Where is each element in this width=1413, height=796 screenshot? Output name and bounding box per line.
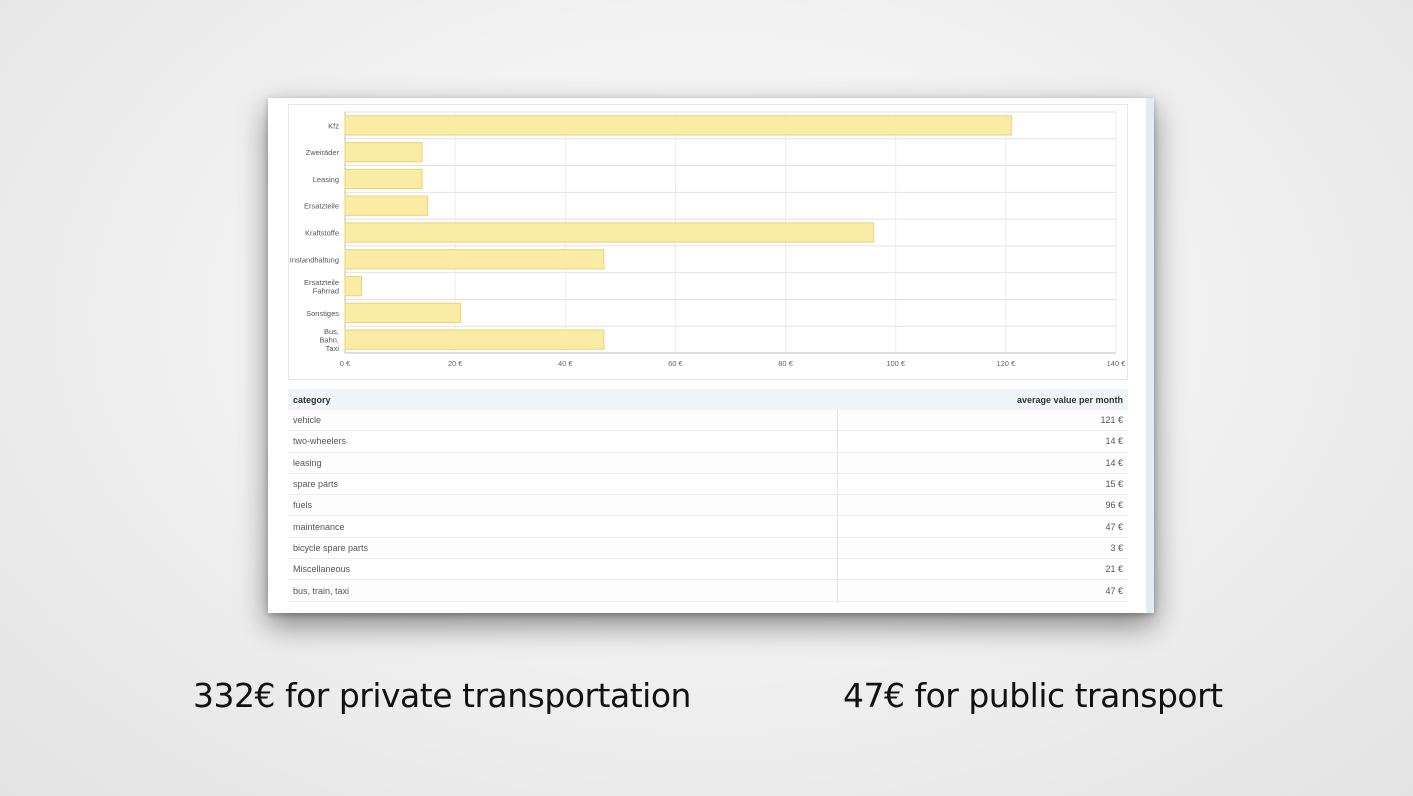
table-cell-category: bicycle spare parts	[288, 537, 838, 560]
category-label: Kfz	[328, 121, 339, 130]
category-label: Zweiräder	[306, 148, 340, 157]
bar	[344, 249, 605, 270]
table-row: two-wheelers 14 €	[288, 430, 1128, 453]
category-label: Ersatzteile Fahrrad	[304, 278, 339, 296]
table-header-row: category average value per month	[288, 389, 1128, 410]
category-label: Sonstiges	[306, 309, 339, 318]
table-cell-category: spare parts	[288, 473, 838, 496]
table-cell-category: bus, train, taxi	[288, 579, 838, 602]
table-row: bicycle spare parts 3 €	[288, 537, 1128, 560]
table-cell-category: maintenance	[288, 515, 838, 538]
bar-chart-svg: Kfz Zweiräder Leasing Ersatzteile Kraftstoff…	[290, 111, 1127, 368]
x-tick-label: 40 €	[558, 359, 573, 368]
x-tick-label: 80 €	[778, 359, 793, 368]
x-tick-label: 60 €	[668, 359, 683, 368]
table-row: Miscellaneous 21 €	[288, 558, 1128, 581]
category-label: Leasing	[313, 175, 339, 184]
table-row: fuels 96 €	[288, 494, 1128, 517]
column-header-category[interactable]: category	[288, 389, 838, 410]
column-header-average-value[interactable]: average value per month	[837, 389, 1128, 410]
bar	[344, 302, 462, 323]
bar	[344, 142, 423, 163]
bar	[344, 329, 605, 350]
table-cell-category: leasing	[288, 452, 838, 474]
bar-chart: Kfz Zweiräder Leasing Ersatzteile Kraftstoff…	[288, 104, 1128, 380]
bar	[344, 168, 423, 190]
table-cell-value: 3 €	[837, 537, 1128, 560]
summary-table: category average value per month vehicle…	[288, 389, 1128, 602]
table-cell-category: Miscellaneous	[288, 558, 838, 581]
table-cell-value: 96 €	[837, 494, 1128, 517]
bar	[344, 115, 1012, 136]
table-cell-value: 14 €	[837, 430, 1128, 453]
table-cell-category: vehicle	[288, 410, 838, 432]
report-card: Kfz Zweiräder Leasing Ersatzteile Kraftstoff…	[268, 98, 1154, 613]
bar	[344, 275, 363, 297]
table-cell-category: two-wheelers	[288, 430, 838, 453]
category-label: Instandhaltung	[290, 255, 339, 264]
table-cell-value: 121 €	[837, 410, 1128, 432]
category-label: Ersatzteile	[304, 202, 339, 211]
category-label: Bus, Bahn, Taxi	[319, 327, 339, 353]
table-cell-value: 14 €	[837, 452, 1128, 474]
bar	[344, 195, 429, 216]
table-row: vehicle 121 €	[288, 410, 1128, 432]
summary-table-container: category average value per month vehicle…	[288, 389, 1128, 602]
x-tick-label: 100 €	[886, 359, 906, 368]
table-row: bus, train, taxi 47 €	[288, 579, 1128, 602]
x-tick-label: 120 €	[996, 359, 1016, 368]
x-tick-label: 20 €	[448, 359, 463, 368]
category-label: Kraftstoffe	[305, 229, 339, 238]
bar	[344, 222, 875, 243]
public-transport-caption: 47€ for public transport	[843, 676, 1223, 715]
table-cell-value: 47 €	[837, 515, 1128, 538]
table-cell-value: 47 €	[837, 579, 1128, 602]
x-tick-label: 140 €	[1107, 359, 1127, 368]
private-transport-caption: 332€ for private transportation	[193, 676, 691, 715]
table-cell-value: 21 €	[837, 558, 1128, 581]
table-cell-category: fuels	[288, 494, 838, 517]
table-cell-value: 15 €	[837, 473, 1128, 496]
table-row: leasing 14 €	[288, 452, 1128, 474]
x-tick-label: 0 €	[340, 359, 351, 368]
table-row: maintenance 47 €	[288, 515, 1128, 538]
captions: 332€ for private transportation 47€ for …	[0, 676, 1413, 722]
table-row: spare parts 15 €	[288, 473, 1128, 496]
